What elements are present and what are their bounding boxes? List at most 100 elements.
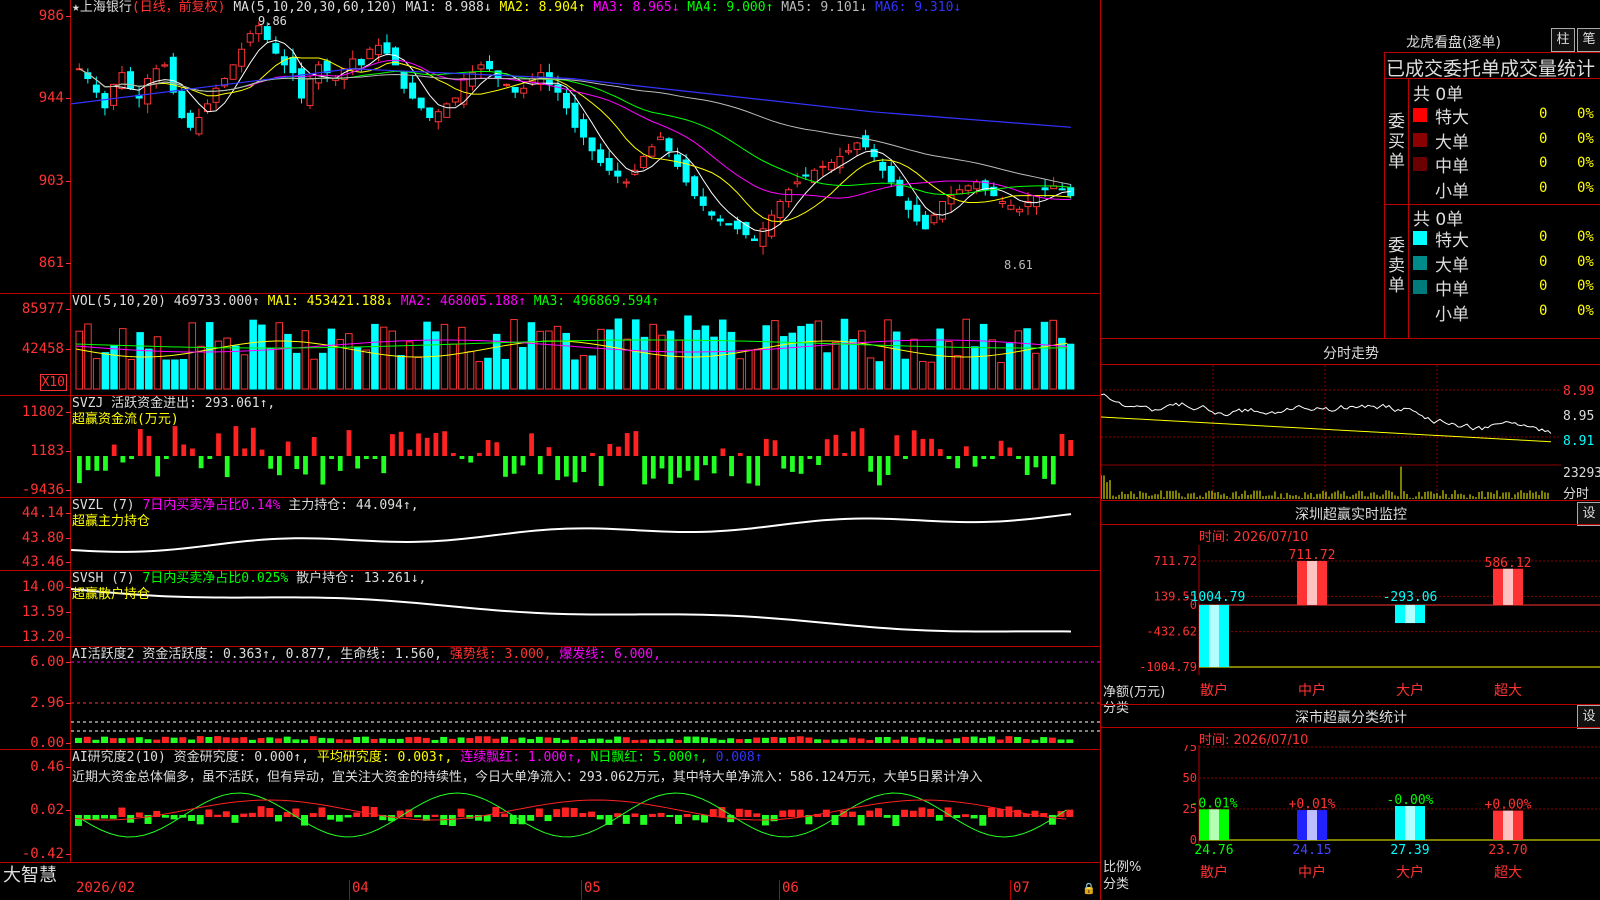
kline-plot[interactable] bbox=[71, 0, 1100, 293]
svzj-bar bbox=[285, 441, 291, 456]
activity-bar bbox=[475, 736, 482, 743]
activity-bar bbox=[301, 739, 309, 743]
candle-body bbox=[298, 68, 305, 99]
svzj-bar bbox=[694, 456, 700, 481]
svzj-bar bbox=[294, 456, 300, 470]
kline-pane[interactable]: 986 944 903 861 ★上海银行(日线，前复权) MA(5,10,20… bbox=[0, 0, 1100, 294]
column-mode-button[interactable]: 柱 bbox=[1551, 28, 1575, 52]
svzj-bar bbox=[903, 456, 908, 459]
ai-research-comment: 近期大资金总体偏多，虽不活跃，但有异动，宜关注大资金的持续性，今日大单净流入：2… bbox=[72, 770, 983, 785]
svzj-bar bbox=[442, 431, 447, 456]
volume-bar bbox=[188, 322, 197, 390]
period-label[interactable]: (日线，前复权) bbox=[132, 0, 226, 15]
activity-bar bbox=[970, 736, 978, 743]
candle-body bbox=[374, 44, 382, 56]
ma5-value: MA5: 9.101↓ bbox=[781, 0, 868, 15]
order-size-label: 中单 bbox=[1435, 280, 1469, 300]
candle-body bbox=[554, 84, 562, 93]
activity-bar bbox=[588, 738, 595, 743]
activity-bar bbox=[144, 739, 152, 743]
activity-bar bbox=[692, 736, 700, 743]
volume-bar bbox=[1005, 343, 1014, 390]
svzj-bar bbox=[77, 456, 82, 484]
activity-bar bbox=[370, 738, 378, 743]
svzj-pane[interactable]: 11802 1183 -9436 SVZJ 活跃资金进出: 293.061↑, … bbox=[0, 396, 1100, 498]
candle-body bbox=[272, 43, 280, 54]
research-bar bbox=[796, 809, 804, 817]
candle-body bbox=[605, 158, 613, 171]
svzj-bar bbox=[224, 456, 230, 478]
ai-activity-name: AI活跃度2 bbox=[72, 647, 135, 662]
svzj-bar bbox=[537, 456, 543, 475]
research-bar bbox=[214, 814, 222, 817]
ma-params: MA(5,10,20,30,60,120) bbox=[233, 0, 398, 15]
candle-body bbox=[426, 107, 434, 119]
research-bar bbox=[544, 815, 552, 822]
candle-body bbox=[622, 181, 630, 184]
svzj-bar bbox=[920, 438, 926, 456]
order-count: 0 bbox=[1539, 130, 1548, 147]
svzl-pane[interactable]: 44.14 43.80 43.46 SVZL (7) 7日内买卖净占比0.14%… bbox=[0, 498, 1100, 571]
cls-bar-category: 散户 bbox=[1200, 864, 1228, 881]
sz-bar-category: 大户 bbox=[1396, 682, 1424, 699]
ma6-value: MA6: 9.310↓ bbox=[875, 0, 962, 15]
cls-settings-button[interactable]: 设 bbox=[1577, 705, 1600, 729]
svzj-tick: 11802 bbox=[21, 404, 72, 420]
research-bar bbox=[309, 813, 317, 817]
cls-stat-title: 深市超赢分类统计 bbox=[1295, 710, 1407, 726]
research-bar bbox=[596, 815, 604, 820]
stat-title: 已成交委托单成交量统计 bbox=[1386, 58, 1596, 80]
svzj-bar bbox=[277, 456, 282, 476]
activity-bar bbox=[240, 737, 248, 743]
volume-bar bbox=[423, 321, 431, 390]
activity-bar bbox=[405, 737, 413, 743]
candle-body bbox=[896, 179, 904, 197]
candle-body bbox=[306, 78, 314, 106]
cls-bar-category: 大户 bbox=[1396, 864, 1424, 881]
ai-research-plot[interactable] bbox=[71, 750, 1100, 862]
svzj-bar bbox=[468, 456, 474, 463]
svsh-pane[interactable]: 14.00 13.59 13.20 SVSH (7) 7日内买卖净占比0.025… bbox=[0, 571, 1100, 647]
activity-bar bbox=[318, 737, 326, 743]
order-count: 0 bbox=[1539, 229, 1548, 245]
ai-activity-pane[interactable]: 6.00 2.96 0.00 AI活跃度2 资金活跃度: 0.363↑, 0.8… bbox=[0, 647, 1100, 751]
volume-bar bbox=[240, 354, 249, 390]
order-size-label: 特大 bbox=[1435, 231, 1469, 251]
candle-body bbox=[229, 64, 237, 80]
svzl-tick: 43.46 bbox=[21, 554, 72, 570]
ai-activity-v5: 爆发线: 6.000, bbox=[559, 647, 661, 662]
cls-bar-delta: -0.01% bbox=[1191, 796, 1238, 811]
sz-bar-value: 711.72 bbox=[1289, 548, 1336, 563]
divider bbox=[1384, 52, 1385, 338]
research-bar bbox=[1014, 809, 1022, 817]
svzl-tick: 43.80 bbox=[21, 530, 72, 546]
candle-body bbox=[263, 26, 271, 40]
activity-bar bbox=[257, 738, 265, 743]
intraday-chart[interactable] bbox=[1101, 365, 1561, 500]
volume-bar bbox=[840, 318, 849, 390]
svzj-bar bbox=[581, 456, 587, 472]
activity-bar bbox=[918, 737, 926, 743]
lhb-title: 龙虎看盘(逐单) bbox=[1406, 35, 1501, 51]
star-icon[interactable]: ★ bbox=[72, 0, 80, 15]
volume-pane[interactable]: 85977 42458 X10 VOL(5,10,20) 469733.000↑… bbox=[0, 294, 1100, 396]
order-count: 0 bbox=[1539, 106, 1548, 122]
lock-icon[interactable]: 🔒 bbox=[1082, 882, 1096, 895]
activity-bar bbox=[101, 736, 109, 743]
ai-research-chart bbox=[74, 792, 1074, 838]
activity-bar bbox=[161, 736, 169, 743]
sz-bar-highlight bbox=[1209, 604, 1219, 667]
research-bar bbox=[657, 812, 665, 817]
candle-body bbox=[400, 70, 408, 89]
cls-bar-chart[interactable]: 75 50 25 0 -0.01% 24.76 散户 +0.01% 24.15 中户 -0.00% 2… bbox=[1101, 745, 1600, 900]
research-bar bbox=[222, 811, 230, 817]
sz-settings-button[interactable]: 设 bbox=[1577, 502, 1600, 526]
research-bar bbox=[857, 815, 865, 826]
svsh-axis: 14.00 13.59 13.20 bbox=[0, 571, 72, 646]
candle-body bbox=[101, 93, 109, 109]
activity-bar bbox=[222, 737, 230, 743]
tick-mode-button[interactable]: 笔 bbox=[1577, 28, 1600, 52]
sz-bar-chart[interactable]: 711.72 139.55 0 -432.62 -1004.79 -1004.79 散户 71… bbox=[1101, 545, 1600, 705]
svzj-bar bbox=[155, 456, 161, 477]
ai-research-pane[interactable]: 0.46 0.02 -0.42 AI研究度2(10) 资金研究度: 0.000↑… bbox=[0, 750, 1100, 863]
